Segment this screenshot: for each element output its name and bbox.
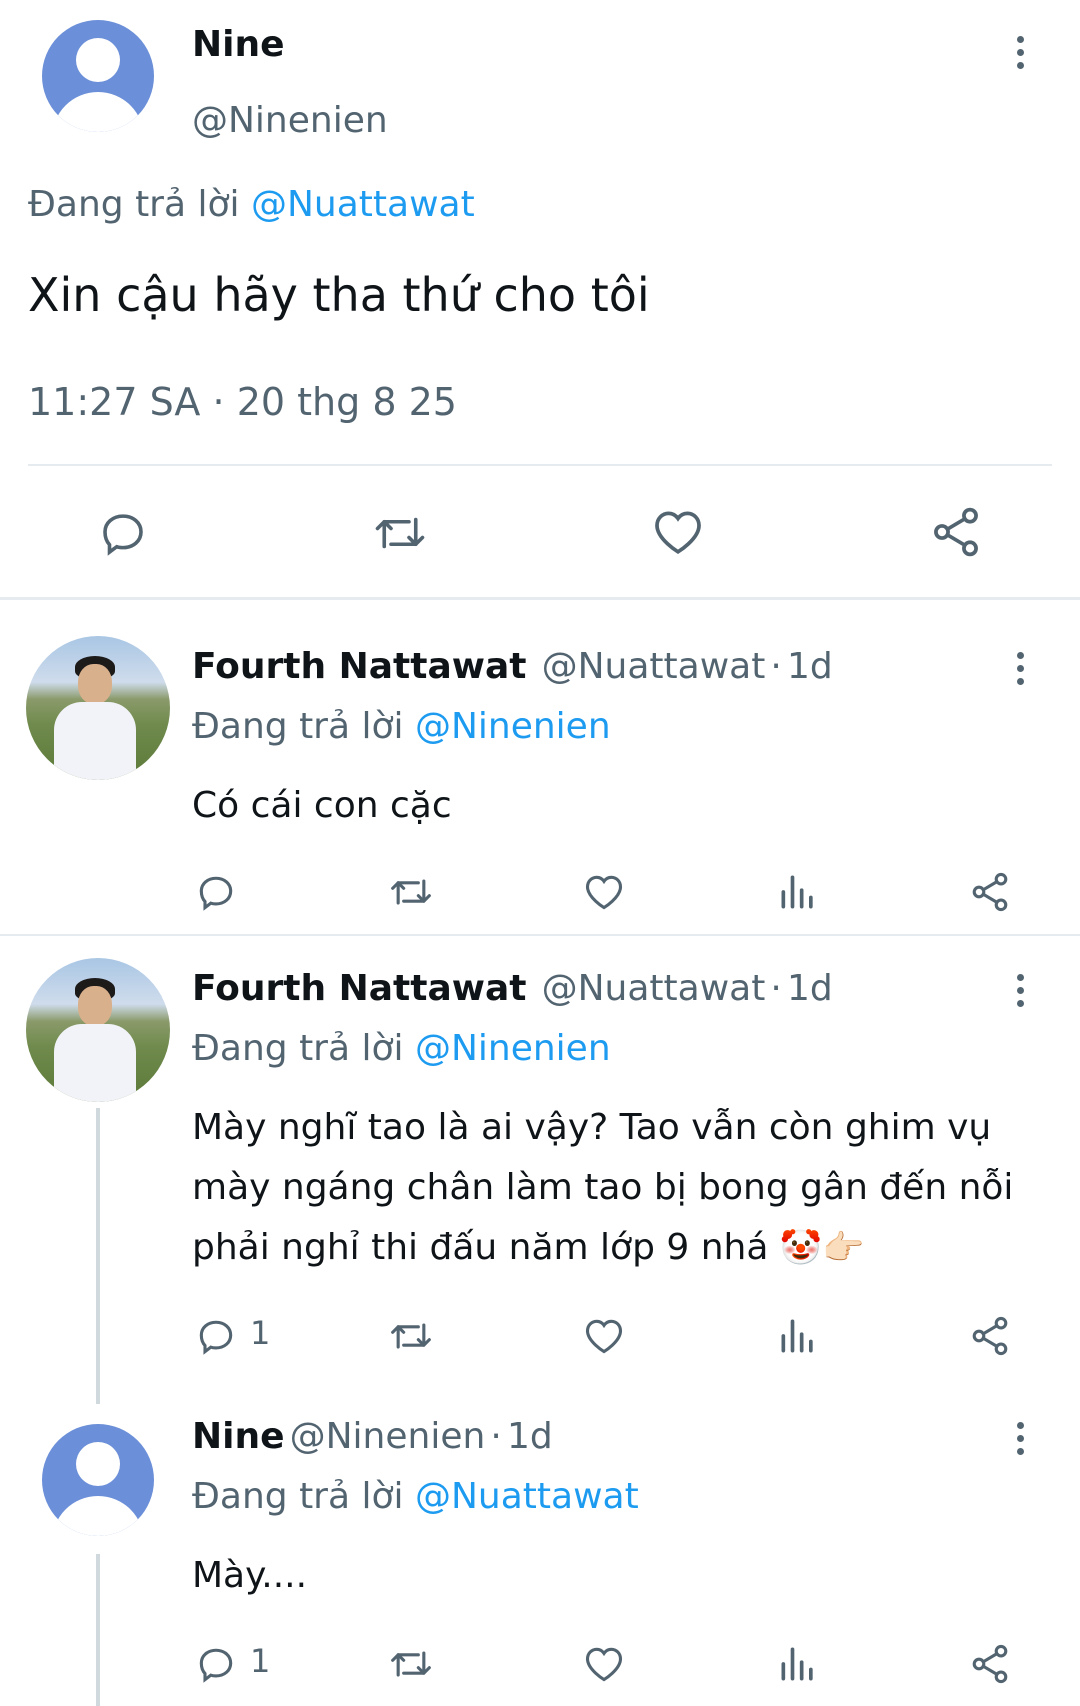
views-icon[interactable] bbox=[776, 1314, 820, 1358]
more-icon[interactable] bbox=[1015, 1422, 1027, 1461]
avatar-body-shape bbox=[52, 1496, 144, 1536]
author-name[interactable]: Fourth Nattawat bbox=[192, 968, 527, 1009]
avatar-photo-shirt bbox=[54, 1024, 136, 1102]
retweet-icon[interactable] bbox=[370, 506, 430, 560]
retweet-icon[interactable] bbox=[386, 1314, 436, 1358]
avatar-photo-face bbox=[78, 664, 112, 704]
replying-to-link[interactable]: @Nuattawat bbox=[415, 1476, 639, 1517]
more-icon[interactable] bbox=[1015, 652, 1027, 691]
share-icon[interactable] bbox=[968, 1314, 1012, 1358]
author-handle[interactable]: @Ninenien bbox=[192, 100, 388, 141]
thread-line bbox=[96, 1554, 100, 1706]
avatar-photo-shirt bbox=[54, 702, 136, 780]
replying-prefix: Đang trả lời bbox=[192, 1476, 415, 1517]
tweet-text-line: mày ngáng chân làm tao bị bong gân đến n… bbox=[192, 1167, 1014, 1208]
avatar[interactable] bbox=[42, 20, 154, 132]
author-handle[interactable]: @Nuattawat bbox=[542, 968, 766, 1009]
separator: · bbox=[770, 968, 782, 1009]
reply-header: Fourth Nattawat @Nuattawat · 1d bbox=[192, 968, 833, 1009]
heart-icon[interactable] bbox=[582, 870, 626, 914]
tweet-timestamp: 11:27 SA · 20 thg 8 25 bbox=[28, 380, 457, 424]
views-icon[interactable] bbox=[776, 1642, 820, 1686]
section-divider bbox=[0, 597, 1080, 600]
reply-header: Fourth Nattawat @Nuattawat · 1d bbox=[192, 646, 833, 687]
divider bbox=[28, 464, 1052, 466]
author-handle[interactable]: @Nuattawat bbox=[542, 646, 766, 687]
section-divider bbox=[0, 934, 1080, 936]
reply-count: 1 bbox=[250, 1314, 271, 1352]
tweet-text: Mày.... bbox=[192, 1555, 308, 1596]
heart-icon[interactable] bbox=[650, 504, 706, 560]
avatar-body-shape bbox=[52, 92, 144, 132]
tweet-date: 20 thg 8 25 bbox=[236, 380, 457, 424]
more-icon[interactable] bbox=[1015, 974, 1027, 1013]
author-name[interactable]: Nine bbox=[192, 24, 285, 65]
tweet-text: Mày nghĩ tao là ai vậy? Tao vẫn còn ghim… bbox=[192, 1098, 1013, 1278]
avatar-photo-face bbox=[78, 986, 112, 1026]
avatar-head-shape bbox=[76, 38, 120, 82]
author-name[interactable]: Nine bbox=[192, 1416, 285, 1457]
pointing-emoji: 👉🏻 bbox=[822, 1228, 865, 1268]
avatar-head-shape bbox=[76, 1442, 120, 1486]
reply-age: 1d bbox=[786, 646, 833, 687]
replying-to: Đang trả lời @Nuattawat bbox=[28, 184, 475, 225]
replying-to: Đang trả lời @Ninenien bbox=[192, 706, 611, 747]
replying-prefix: Đang trả lời bbox=[192, 1028, 415, 1069]
reply-icon[interactable] bbox=[194, 1642, 238, 1686]
replying-prefix: Đang trả lời bbox=[192, 706, 415, 747]
more-icon[interactable] bbox=[1015, 36, 1027, 75]
replying-to-link[interactable]: @Nuattawat bbox=[251, 184, 475, 225]
separator: · bbox=[770, 646, 782, 687]
avatar[interactable] bbox=[26, 958, 170, 1102]
reply-icon[interactable] bbox=[194, 1314, 238, 1358]
reply-icon[interactable] bbox=[194, 870, 238, 914]
tweet-text-line: Mày nghĩ tao là ai vậy? Tao vẫn còn ghim… bbox=[192, 1107, 992, 1148]
avatar[interactable] bbox=[42, 1424, 154, 1536]
tweet-text-line: phải nghỉ thi đấu năm lớp 9 nhá 🤡👉🏻 bbox=[192, 1218, 1013, 1278]
tweet-text: Xin cậu hãy tha thứ cho tôi bbox=[28, 268, 650, 322]
tweet-text-line-content: phải nghỉ thi đấu năm lớp 9 nhá bbox=[192, 1227, 769, 1268]
heart-icon[interactable] bbox=[582, 1642, 626, 1686]
avatar[interactable] bbox=[26, 636, 170, 780]
views-icon[interactable] bbox=[776, 870, 820, 914]
reply-header: Nine @Ninenien · 1d bbox=[192, 1416, 553, 1457]
author-handle[interactable]: @Ninenien bbox=[290, 1416, 486, 1457]
reply-age: 1d bbox=[506, 1416, 553, 1457]
separator: · bbox=[212, 380, 225, 424]
retweet-icon[interactable] bbox=[386, 1642, 436, 1686]
reply-count: 1 bbox=[250, 1642, 271, 1680]
retweet-icon[interactable] bbox=[386, 870, 436, 914]
share-icon[interactable] bbox=[928, 504, 984, 560]
reply-age: 1d bbox=[786, 968, 833, 1009]
replying-prefix: Đang trả lời bbox=[28, 184, 251, 225]
replying-to-link[interactable]: @Ninenien bbox=[415, 1028, 611, 1069]
tweet-text: Có cái con cặc bbox=[192, 785, 452, 826]
tweet-time: 11:27 SA bbox=[28, 380, 201, 424]
replying-to-link[interactable]: @Ninenien bbox=[415, 706, 611, 747]
reply-icon[interactable] bbox=[96, 506, 150, 560]
clown-emoji: 🤡 bbox=[779, 1228, 823, 1268]
replying-to: Đang trả lời @Nuattawat bbox=[192, 1476, 639, 1517]
heart-icon[interactable] bbox=[582, 1314, 626, 1358]
author-name[interactable]: Fourth Nattawat bbox=[192, 646, 527, 687]
share-icon[interactable] bbox=[968, 1642, 1012, 1686]
replying-to: Đang trả lời @Ninenien bbox=[192, 1028, 611, 1069]
thread-line bbox=[96, 1108, 100, 1404]
separator: · bbox=[490, 1416, 502, 1457]
share-icon[interactable] bbox=[968, 870, 1012, 914]
